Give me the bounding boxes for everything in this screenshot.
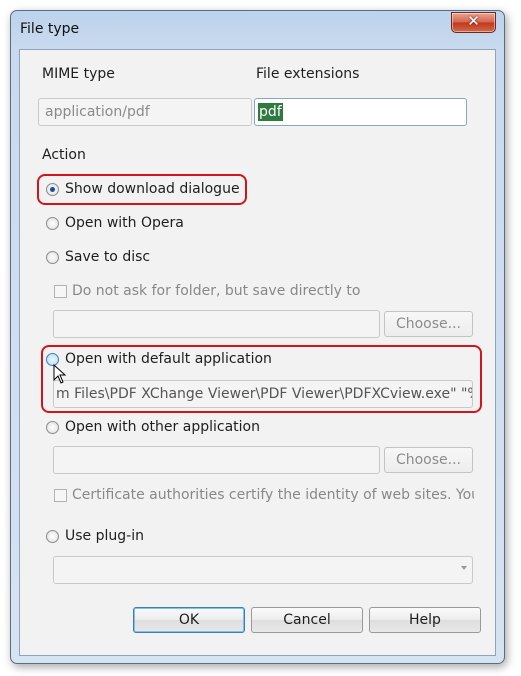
file-extensions-value: pdf (258, 103, 283, 121)
other-app-path-field (53, 446, 380, 474)
open-with-opera-radio[interactable] (46, 217, 59, 230)
close-button[interactable]: ✕ (451, 12, 496, 33)
show-download-label[interactable]: Show download dialogue (65, 181, 240, 197)
choose-other-app-button[interactable]: Choose... (384, 447, 473, 473)
action-label: Action (42, 147, 86, 163)
arrow-cursor-icon (53, 364, 67, 384)
title-bar: File type ✕ (11, 11, 504, 49)
mime-type-label: MIME type (42, 66, 115, 82)
default-app-path-value: m Files\PDF XChange Viewer\PDF Viewer\PD… (56, 386, 473, 402)
no-ask-folder-checkbox[interactable] (54, 285, 67, 298)
file-extensions-input[interactable]: pdf (254, 98, 467, 126)
ok-button[interactable]: OK (133, 607, 245, 633)
plugin-select[interactable] (53, 556, 473, 584)
chevron-down-icon (461, 566, 467, 570)
file-extensions-label: File extensions (256, 66, 360, 82)
help-button[interactable]: Help (369, 607, 481, 633)
close-icon: ✕ (467, 12, 480, 30)
cert-authorities-label: Certificate authorities certify the iden… (72, 487, 474, 503)
show-download-radio[interactable] (46, 183, 59, 196)
open-default-label[interactable]: Open with default application (65, 351, 272, 367)
cancel-button[interactable]: Cancel (251, 607, 363, 633)
default-app-path-field: m Files\PDF XChange Viewer\PDF Viewer\PD… (53, 380, 473, 408)
mime-type-field: application/pdf (38, 98, 252, 126)
use-plugin-label[interactable]: Use plug-in (65, 528, 144, 544)
open-other-label[interactable]: Open with other application (65, 419, 260, 435)
no-ask-folder-label: Do not ask for folder, but save directly… (72, 283, 361, 299)
save-folder-field (53, 310, 380, 338)
save-to-disc-radio[interactable] (46, 251, 59, 264)
open-with-opera-label[interactable]: Open with Opera (65, 215, 184, 231)
use-plugin-radio[interactable] (46, 530, 59, 543)
mime-type-value: application/pdf (45, 104, 150, 120)
cert-authorities-checkbox[interactable] (54, 489, 67, 502)
dialog-title: File type (20, 21, 80, 37)
open-other-radio[interactable] (46, 421, 59, 434)
choose-folder-button[interactable]: Choose... (384, 311, 473, 337)
save-to-disc-label[interactable]: Save to disc (65, 249, 150, 265)
